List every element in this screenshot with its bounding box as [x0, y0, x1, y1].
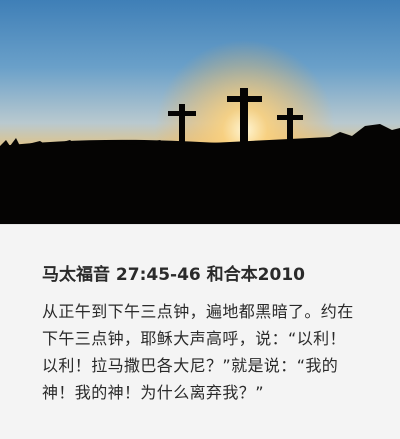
sunset-crosses-illustration [0, 40, 400, 224]
verse-text: 从正午到下午三点钟，遍地都黑暗了。约在下午三点钟，耶稣大声高呼，说：“以利！以利… [42, 302, 354, 402]
verse-reference: 马太福音 27:45-46 和合本2010 [42, 265, 305, 285]
hero-image [0, 0, 400, 224]
